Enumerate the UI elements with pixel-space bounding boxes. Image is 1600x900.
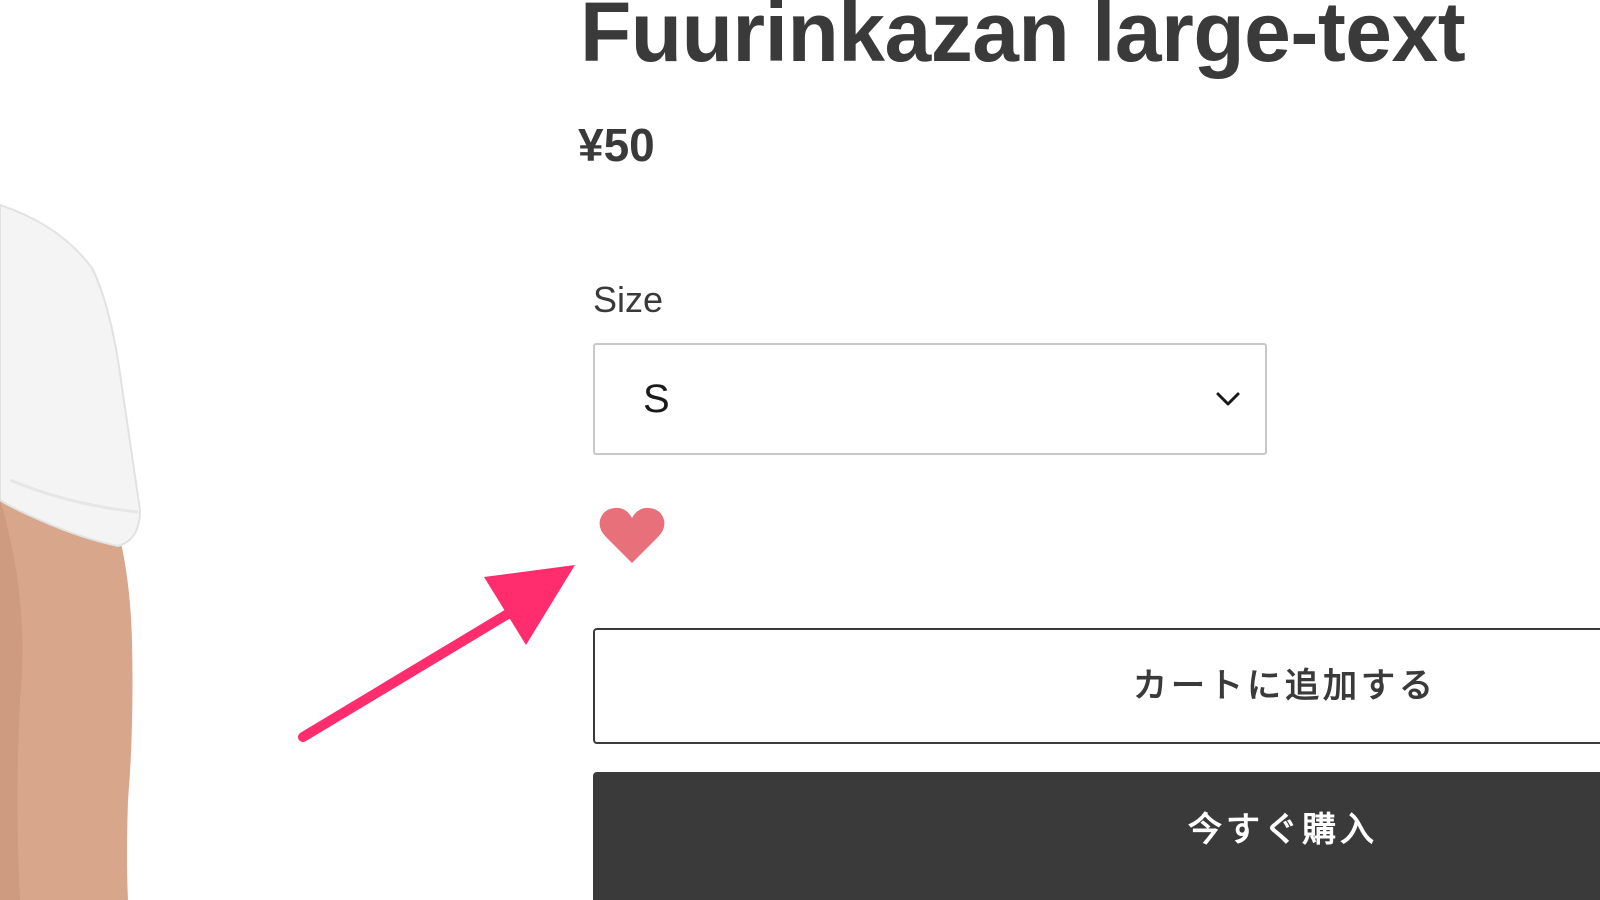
add-to-cart-label: カートに追加する bbox=[1133, 666, 1437, 706]
arrow-head bbox=[484, 565, 575, 645]
product-price: ¥50 bbox=[578, 119, 655, 171]
arrow-annotation bbox=[298, 565, 575, 742]
product-image bbox=[0, 0, 300, 900]
add-to-cart-button[interactable]: カートに追加する bbox=[593, 628, 1600, 744]
size-label: Size bbox=[593, 279, 664, 320]
tshirt-sleeve bbox=[0, 205, 140, 546]
buy-now-label: 今すぐ購入 bbox=[1188, 810, 1378, 850]
heart-shape bbox=[599, 507, 665, 563]
buy-now-button[interactable]: 今すぐ購入 bbox=[593, 772, 1600, 900]
chevron-down-icon bbox=[1216, 392, 1240, 406]
size-select-value: S bbox=[643, 377, 670, 421]
product-page: Fuurinkazan large-text ¥50 Size S カートに追加… bbox=[0, 0, 1600, 900]
size-select[interactable]: S bbox=[593, 343, 1267, 455]
heart-icon[interactable] bbox=[598, 505, 666, 567]
tshirt-model-photo bbox=[0, 203, 142, 900]
arrow-shaft bbox=[298, 598, 531, 742]
product-title: Fuurinkazan large-text bbox=[580, 0, 1466, 79]
